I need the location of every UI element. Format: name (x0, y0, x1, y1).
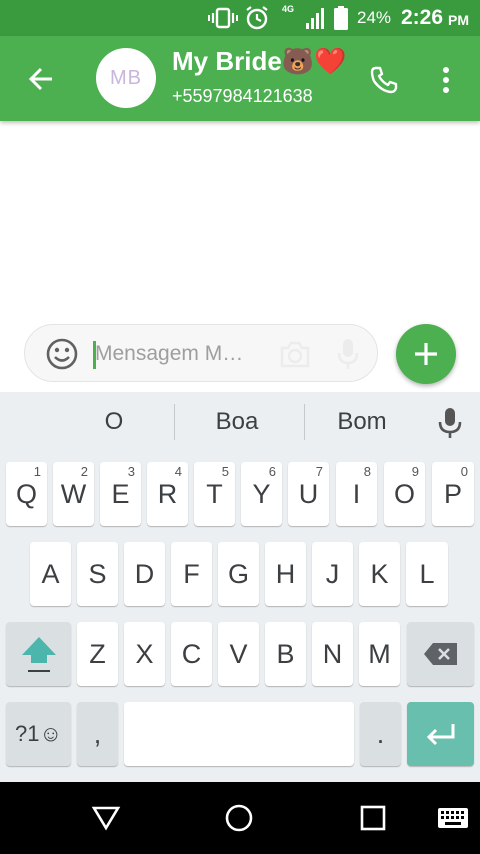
key-b[interactable]: B (265, 622, 306, 686)
period-key[interactable]: . (360, 702, 401, 766)
space-key[interactable] (124, 702, 354, 766)
shift-arrow-icon (21, 637, 56, 672)
compose-box (24, 324, 378, 382)
key-l[interactable]: L (406, 542, 448, 606)
status-bar: 4G 24% 2:26 PM (0, 0, 480, 36)
suggestion-item[interactable]: Boa (177, 392, 297, 452)
nav-home-button[interactable] (219, 798, 259, 838)
suggestion-strip: O Boa Bom (0, 392, 480, 452)
message-input[interactable] (95, 333, 275, 375)
key-d[interactable]: D (124, 542, 165, 606)
contact-number: +5597984121638 (172, 86, 313, 106)
nav-recents-button[interactable] (353, 798, 393, 838)
key-j[interactable]: J (312, 542, 353, 606)
key-y[interactable]: Y6 (241, 462, 282, 526)
more-options-button[interactable] (426, 58, 466, 102)
battery-icon (333, 0, 349, 36)
network-type-label: 4G (282, 4, 295, 14)
key-k[interactable]: K (359, 542, 400, 606)
enter-key[interactable] (407, 702, 474, 766)
symbols-key[interactable]: ?1☺ (6, 702, 71, 766)
key-a[interactable]: A (30, 542, 71, 606)
phone-icon (370, 66, 398, 94)
enter-icon (426, 724, 454, 746)
arrow-left-icon (28, 67, 52, 91)
smiley-icon (46, 338, 78, 370)
comma-key[interactable]: , (77, 702, 118, 766)
key-r[interactable]: R4 (147, 462, 188, 526)
suggestion-item[interactable]: O (54, 392, 174, 452)
key-e[interactable]: E3 (100, 462, 141, 526)
signal-icon: 4G (282, 0, 326, 36)
camera-button[interactable] (279, 339, 311, 369)
navigation-bar (0, 782, 480, 854)
key-s[interactable]: S (77, 542, 118, 606)
contact-name[interactable]: My Bride🐻❤️ (172, 46, 347, 77)
key-p[interactable]: P0 (432, 462, 474, 526)
mic-icon (337, 339, 359, 369)
clock-time: 2:26 (401, 6, 444, 29)
key-v[interactable]: V (218, 622, 259, 686)
battery-percent: 24% (357, 8, 392, 27)
key-h[interactable]: H (265, 542, 306, 606)
backspace-icon (423, 643, 457, 665)
key-w[interactable]: W2 (53, 462, 94, 526)
key-c[interactable]: C (171, 622, 212, 686)
vibrate-icon (208, 0, 238, 36)
conversation-header: MB My Bride🐻❤️ +5597984121638 (0, 36, 480, 121)
suggestion-divider (174, 404, 175, 440)
shift-key[interactable] (6, 622, 71, 686)
nav-keyboard-button[interactable] (433, 798, 473, 838)
key-m[interactable]: M (359, 622, 400, 686)
nav-back-button[interactable] (86, 798, 126, 838)
back-button[interactable] (18, 56, 64, 102)
keyboard: Q1 W2 E3 R4 T5 Y6 U7 I8 O9 P0 A S D F G … (0, 452, 480, 782)
plus-icon (415, 343, 437, 365)
square-recents-icon (360, 805, 386, 831)
emoji-button[interactable] (45, 337, 79, 371)
alarm-icon (244, 0, 270, 36)
backspace-key[interactable] (407, 622, 474, 686)
key-t[interactable]: T5 (194, 462, 235, 526)
key-u[interactable]: U7 (288, 462, 329, 526)
key-g[interactable]: G (218, 542, 259, 606)
voice-input-button[interactable] (432, 404, 468, 440)
mic-button[interactable] (337, 337, 359, 371)
keyboard-icon (438, 808, 468, 828)
avatar[interactable]: MB (96, 48, 156, 108)
mic-icon (438, 408, 462, 438)
add-attachment-button[interactable] (396, 324, 456, 384)
key-f[interactable]: F (171, 542, 212, 606)
key-n[interactable]: N (312, 622, 353, 686)
suggestion-item[interactable]: Bom (302, 392, 422, 452)
key-x[interactable]: X (124, 622, 165, 686)
key-i[interactable]: I8 (336, 462, 377, 526)
key-o[interactable]: O9 (384, 462, 425, 526)
circle-home-icon (225, 804, 253, 832)
key-z[interactable]: Z (77, 622, 118, 686)
message-list (0, 121, 480, 317)
triangle-back-icon (91, 806, 121, 831)
key-q[interactable]: Q1 (6, 462, 47, 526)
call-button[interactable] (362, 58, 406, 102)
camera-icon (280, 341, 310, 368)
clock-ampm: PM (448, 11, 469, 28)
more-vert-icon (443, 67, 449, 93)
